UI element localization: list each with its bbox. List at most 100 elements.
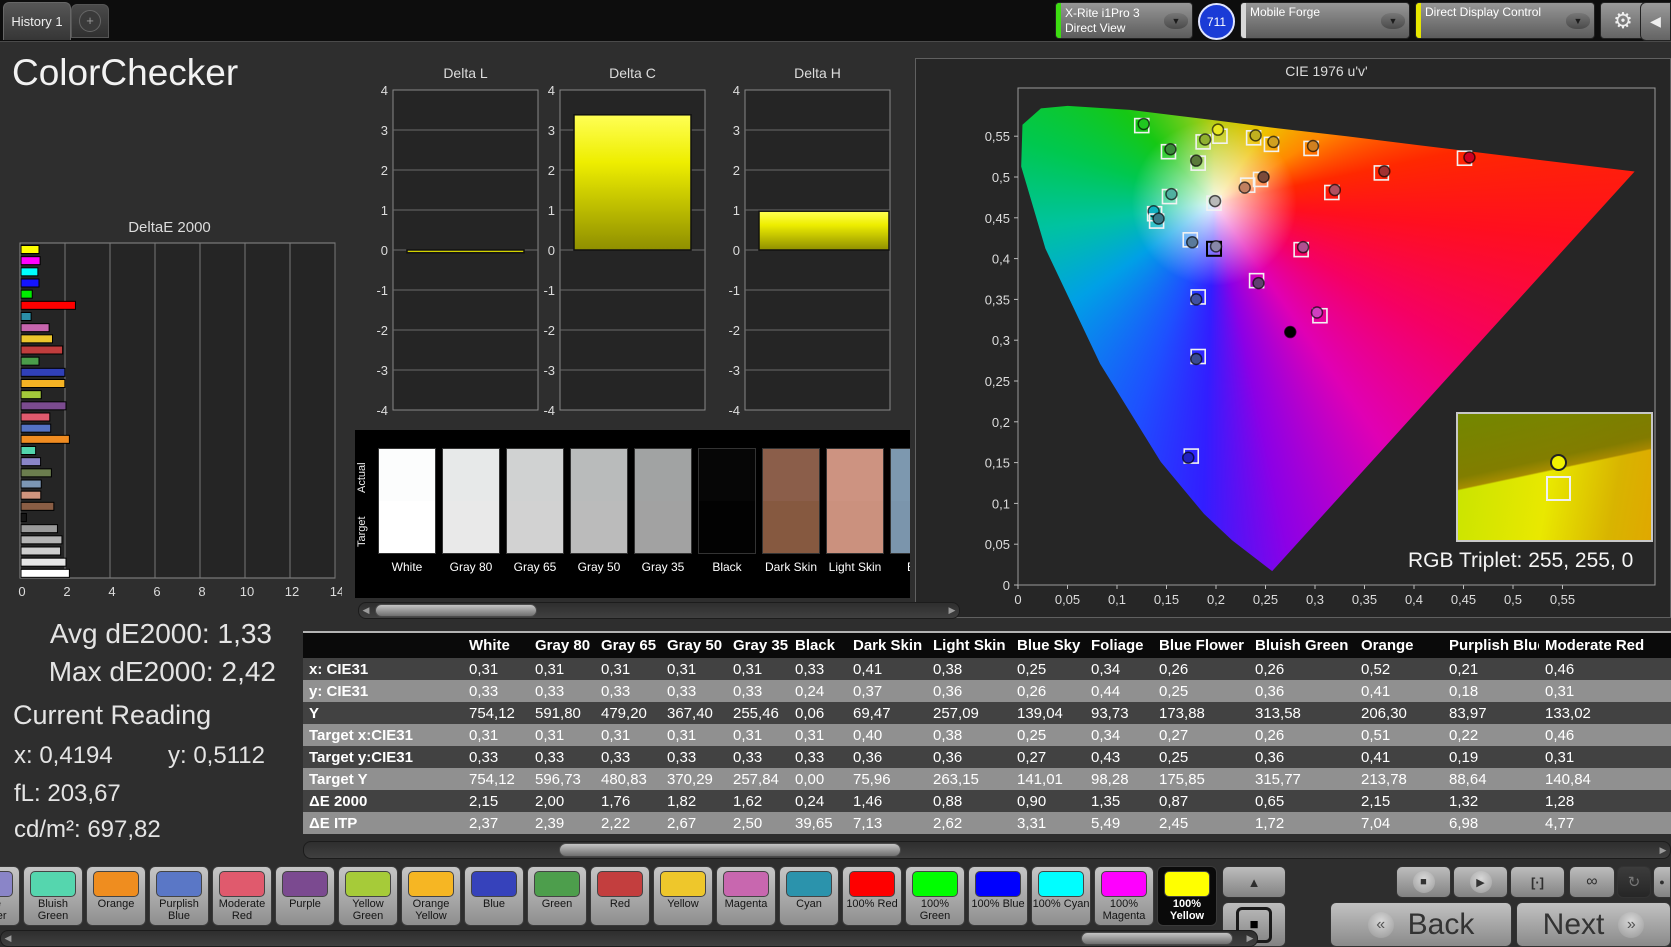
pattern-button-moderate-red[interactable]: Moderate Red [212, 866, 272, 926]
delta-lch-charts: Delta L 4 3 2 1 0 -1 -2 -3 -4 Delta C 4 3 2 1 0 -1 -2 -3 -4… [376, 65, 891, 418]
next-chevrons-icon: » [1618, 911, 1645, 938]
column-header: Dark Skin [847, 633, 927, 658]
pattern-button-yellow[interactable]: Yellow [653, 866, 713, 926]
target-swatch [634, 501, 692, 554]
pattern-button-blue-flower[interactable]: Blue Flower [0, 866, 20, 926]
meter-count-badge[interactable]: 711 [1198, 3, 1235, 40]
pattern-button-100-yellow[interactable]: 100% Yellow [1157, 866, 1217, 926]
table-cell: 0,33 [661, 746, 727, 768]
measured-marker [1284, 325, 1297, 339]
pattern-button-100-magenta[interactable]: 100% Magenta [1094, 866, 1154, 926]
meter-device-dropdown[interactable]: X-Rite i1Pro 3 Direct View ▼ [1055, 2, 1193, 39]
actual-swatch [506, 448, 564, 501]
table-row: ΔE 2000 2,15 2,00 1,76 1,82 1,62 0,24 1,46 0,88 0… [303, 790, 1671, 812]
pattern-button-yellow-green[interactable]: Yellow Green [338, 866, 398, 926]
table-cell: 0,31 [1539, 746, 1671, 768]
next-button[interactable]: Next » [1516, 902, 1671, 947]
actual-target-swatch-strip: Actual Target White Gray 80 Gray 65 Gray 50… [355, 430, 910, 598]
pattern-swatch [408, 871, 454, 897]
actual-swatch [762, 448, 820, 501]
swatch-gray-50: Gray 50 [569, 448, 629, 574]
record-button[interactable]: ● [1653, 866, 1671, 898]
pattern-button-bluish-green[interactable]: Bluish Green [23, 866, 83, 926]
pattern-swatch [660, 871, 706, 897]
scrollbar-thumb[interactable] [375, 604, 537, 617]
measured-marker [1378, 165, 1391, 178]
column-header: Purplish Blue [1443, 633, 1539, 658]
actual-swatch [442, 448, 500, 501]
swatch-gray-80: Gray 80 [441, 448, 501, 574]
table-cell: 1,62 [727, 790, 789, 812]
table-cell: 0,38 [927, 724, 1011, 746]
table-cell: 175,85 [1153, 768, 1249, 790]
pattern-button-orange[interactable]: Orange [86, 866, 146, 926]
pattern-swatch [345, 871, 391, 897]
stop-button[interactable]: ■ [1396, 866, 1451, 898]
display-control-dropdown[interactable]: Direct Display Control ▼ [1415, 2, 1595, 39]
continuous-read-button[interactable]: ∞ [1569, 866, 1615, 898]
table-cell: 88,64 [1443, 768, 1539, 790]
column-header: Blue Sky [1011, 633, 1085, 658]
pattern-button-red[interactable]: Red [590, 866, 650, 926]
axis-label: 0,4 [1405, 592, 1423, 607]
table-cell: 0,24 [789, 790, 847, 812]
swatch-blue: Blue [889, 448, 910, 574]
play-button[interactable]: ▶ [1453, 866, 1508, 898]
collapse-panel-button[interactable]: ◀ [1640, 2, 1671, 41]
row-label: x: CIE31 [303, 658, 463, 680]
pattern-button-purple[interactable]: Purple [275, 866, 335, 926]
pattern-button-green[interactable]: Green [527, 866, 587, 926]
column-header: Gray 35 [727, 633, 789, 658]
table-scrollbar[interactable]: ▶ [303, 841, 1671, 859]
column-header: Blue Flower [1153, 633, 1249, 658]
scroll-right-icon[interactable]: ▶ [1243, 931, 1257, 946]
pattern-button-purplish-blue[interactable]: Purplish Blue [149, 866, 209, 926]
scroll-left-icon[interactable]: ◀ [1, 931, 15, 946]
cdm2-readout: cd/m²: 697,82 [14, 816, 161, 843]
pattern-window-toggle-button[interactable]: [·] [1510, 866, 1565, 898]
scrollbar-thumb[interactable] [559, 843, 901, 857]
bar-black [20, 513, 27, 522]
cie-zoom-inset [1456, 412, 1653, 542]
bar-100-magenta [20, 256, 41, 266]
bar-light-skin [20, 490, 42, 500]
measured-marker [1189, 352, 1203, 366]
pattern-button-orange-yellow[interactable]: Orange Yellow [401, 866, 461, 926]
table-cell: 1,76 [595, 790, 661, 812]
pattern-button-blue[interactable]: Blue [464, 866, 524, 926]
tab-history-1[interactable]: History 1 [3, 2, 71, 40]
pattern-row-scrollbar[interactable]: ◀ ▶ [0, 930, 1258, 947]
add-tab-button[interactable]: + [71, 4, 109, 38]
scroll-right-icon[interactable]: ▶ [1656, 842, 1670, 858]
source-dropdown[interactable]: Mobile Forge ▼ [1240, 2, 1410, 39]
table-cell: 2,15 [463, 790, 529, 812]
bar-100-blue [20, 278, 40, 288]
pattern-button-100-green[interactable]: 100% Green [905, 866, 965, 926]
pattern-list-up-button[interactable]: ▲ [1222, 866, 1286, 898]
actual-swatch [826, 448, 884, 501]
refresh-button[interactable]: ↻ [1617, 866, 1651, 898]
table-cell: 83,97 [1443, 702, 1539, 724]
scroll-left-icon[interactable]: ◀ [359, 603, 373, 618]
axis-label: 0,45 [1451, 592, 1476, 607]
table-cell: 1,46 [847, 790, 927, 812]
pattern-button-cyan[interactable]: Cyan [779, 866, 839, 926]
pattern-label: Orange [97, 898, 135, 910]
bar-green [20, 356, 40, 366]
pattern-button-100-cyan[interactable]: 100% Cyan [1031, 866, 1091, 926]
pattern-button-100-red[interactable]: 100% Red [842, 866, 902, 926]
pattern-label: Moderate Red [218, 898, 266, 923]
table-cell: 0,33 [727, 746, 789, 768]
column-header: Gray 50 [661, 633, 727, 658]
swatch-strip-scrollbar[interactable]: ◀ ▶ [358, 602, 960, 619]
scrollbar-thumb[interactable] [1081, 932, 1233, 945]
pattern-label: Orange Yellow [412, 898, 450, 923]
pattern-button-magenta[interactable]: Magenta [716, 866, 776, 926]
scroll-right-icon[interactable]: ▶ [945, 603, 959, 618]
actual-swatch [634, 448, 692, 501]
back-button[interactable]: « Back [1330, 902, 1512, 947]
target-swatch [570, 501, 628, 554]
table-cell: 0,33 [463, 680, 529, 702]
pattern-button-100-blue[interactable]: 100% Blue [968, 866, 1028, 926]
column-header: White [463, 633, 529, 658]
